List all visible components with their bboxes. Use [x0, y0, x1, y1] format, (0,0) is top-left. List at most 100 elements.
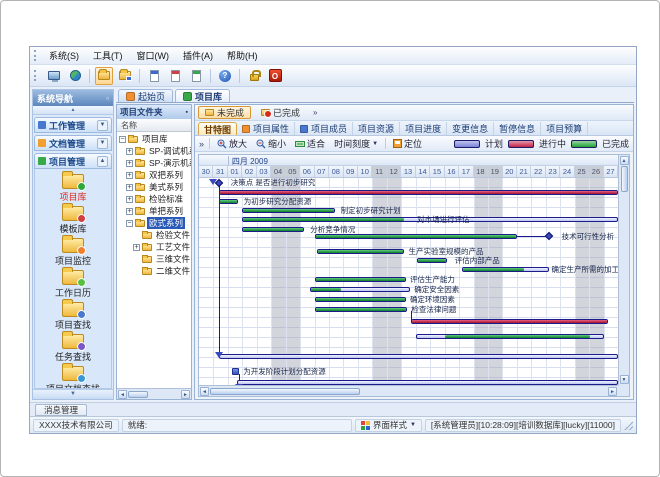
sidebar-item-工作日历[interactable]: 工作日历: [35, 269, 111, 300]
tree-item-检验标准[interactable]: +检验标准: [117, 193, 191, 205]
tree-item-检验文件[interactable]: 检验文件: [117, 229, 191, 241]
lock-icon[interactable]: [245, 67, 263, 85]
scrollbar-thumb[interactable]: [210, 388, 360, 395]
folder-chart-icon[interactable]: [116, 67, 134, 85]
task-bar[interactable]: [242, 227, 304, 232]
toolbar-overflow-button[interactable]: »: [199, 139, 204, 149]
menu-item[interactable]: 插件(A): [176, 47, 220, 64]
tab-项目预算[interactable]: 项目预算: [541, 122, 588, 135]
tab-变更信息[interactable]: 变更信息: [447, 122, 494, 135]
tree-item-SP-调试机系[interactable]: +SP-调试机系: [117, 145, 191, 157]
tree-item-美式系列[interactable]: +美式系列: [117, 181, 191, 193]
tab-项目进度[interactable]: 项目进度: [400, 122, 447, 135]
tree-column-header[interactable]: 名称: [117, 119, 191, 132]
scroll-right-icon[interactable]: ►: [608, 387, 617, 396]
task-bar[interactable]: [315, 297, 406, 302]
sidebar-options-icon[interactable]: ▫: [106, 94, 109, 103]
task-bar[interactable]: [416, 334, 604, 339]
tree-item-双把系列[interactable]: +双把系列: [117, 169, 191, 181]
zoom-in-button[interactable]: 放大: [215, 136, 249, 151]
task-bar[interactable]: [315, 234, 517, 239]
task-bar[interactable]: [219, 354, 618, 359]
sidebar-group-work[interactable]: 工作管理 ▼: [34, 117, 112, 133]
scroll-up-icon[interactable]: ▲: [620, 156, 629, 165]
tab-项目属性[interactable]: 项目属性: [237, 122, 295, 135]
menu-item[interactable]: 帮助(H): [220, 47, 265, 64]
tree-item-欧式系列[interactable]: −欧式系列: [117, 217, 191, 229]
tab-甘特图[interactable]: 甘特图: [198, 122, 237, 135]
tree-item-单把系列[interactable]: +单把系列: [117, 205, 191, 217]
globe-icon[interactable]: [66, 67, 84, 85]
task-bar[interactable]: [411, 319, 607, 324]
sidebar-item-项目文档查找[interactable]: 项目文档查找: [35, 365, 111, 389]
report-blue-icon[interactable]: [145, 67, 163, 85]
expand-icon[interactable]: +: [133, 244, 140, 251]
sidebar-item-模板库[interactable]: 模板库: [35, 205, 111, 236]
fit-button[interactable]: 适合: [293, 136, 327, 151]
sidebar-item-任务查找[interactable]: 任务查找: [35, 333, 111, 364]
tab-起始页[interactable]: 起始页: [118, 89, 173, 102]
report-green-icon[interactable]: [187, 67, 205, 85]
menu-item[interactable]: 工具(T): [86, 47, 130, 64]
tree-item-三维文件[interactable]: 三维文件: [117, 253, 191, 265]
sidebar-group-project[interactable]: 项目管理 ▲: [34, 153, 112, 169]
resize-grip[interactable]: [624, 421, 633, 430]
zoom-out-button[interactable]: 缩小: [254, 136, 288, 151]
task-bar[interactable]: [317, 249, 404, 254]
expand-icon[interactable]: +: [126, 196, 133, 203]
gantt-hscrollbar[interactable]: ◄ ►: [199, 385, 618, 396]
task-bar[interactable]: [242, 208, 334, 213]
sidebar-item-项目库[interactable]: 项目库: [35, 173, 111, 204]
folder-icon[interactable]: [95, 67, 113, 85]
chevron-up-icon[interactable]: ▲: [97, 156, 108, 167]
tree-item-工艺文件[interactable]: +工艺文件: [117, 241, 191, 253]
locate-button[interactable]: 定位: [391, 136, 424, 151]
scrollbar-thumb[interactable]: [128, 391, 148, 398]
pin-icon[interactable]: ▪: [186, 109, 188, 116]
task-bar[interactable]: [219, 199, 238, 204]
task-bar[interactable]: [417, 258, 447, 263]
chevron-down-icon[interactable]: ▼: [97, 138, 108, 149]
collapse-icon[interactable]: −: [126, 220, 133, 227]
task-bar[interactable]: [237, 380, 618, 385]
report-red-icon[interactable]: [166, 67, 184, 85]
tree-item-SP-演示机系[interactable]: +SP-演示机系: [117, 157, 191, 169]
scroll-left-icon[interactable]: ◄: [200, 387, 209, 396]
monitor-icon[interactable]: [45, 67, 63, 85]
scroll-right-icon[interactable]: ►: [181, 390, 190, 399]
menu-item[interactable]: 系统(S): [42, 47, 86, 64]
sidebar-collapse-strip[interactable]: ▼: [33, 389, 113, 399]
expand-icon[interactable]: +: [126, 172, 133, 179]
sidebar-scroll-up-icon[interactable]: ▲: [33, 106, 113, 115]
tab-未完成[interactable]: 未完成: [198, 106, 251, 119]
tab-已完成[interactable]: 已完成: [254, 106, 307, 119]
task-bar[interactable]: [310, 287, 410, 292]
expand-icon[interactable]: +: [126, 160, 133, 167]
collapse-icon[interactable]: −: [119, 136, 126, 143]
tab-项目成员[interactable]: 项目成员: [295, 122, 353, 135]
chevron-down-icon[interactable]: ▼: [97, 120, 108, 131]
task-note-icon[interactable]: [232, 368, 239, 375]
power-icon[interactable]: O: [266, 67, 284, 85]
task-bar[interactable]: [462, 267, 549, 272]
task-bar[interactable]: [315, 307, 407, 312]
tabs-overflow-button[interactable]: »: [313, 108, 317, 117]
time-scale-dropdown[interactable]: 时间刻度▼: [332, 136, 380, 151]
gantt-vscrollbar[interactable]: ▲ ▼: [618, 155, 629, 385]
help-icon[interactable]: ?: [216, 67, 234, 85]
ui-style-dropdown[interactable]: 界面样式▼: [355, 419, 422, 432]
expand-icon[interactable]: +: [126, 184, 133, 191]
menu-item[interactable]: 窗口(W): [130, 47, 177, 64]
tab-暂停信息[interactable]: 暂停信息: [494, 122, 541, 135]
task-bar[interactable]: [315, 277, 406, 282]
tree-hscrollbar[interactable]: ◄ ►: [117, 388, 191, 399]
sidebar-item-项目查找[interactable]: 项目查找: [35, 301, 111, 332]
scroll-left-icon[interactable]: ◄: [118, 390, 127, 399]
tree-item-二维文件[interactable]: 二维文件: [117, 265, 191, 277]
tab-项目资源[interactable]: 项目资源: [353, 122, 400, 135]
sidebar-group-document[interactable]: 文档管理 ▼: [34, 135, 112, 151]
expand-icon[interactable]: +: [126, 148, 133, 155]
tab-message-management[interactable]: 消息管理: [35, 404, 87, 416]
scroll-down-icon[interactable]: ▼: [620, 375, 629, 384]
tab-项目库[interactable]: 项目库: [175, 89, 230, 102]
